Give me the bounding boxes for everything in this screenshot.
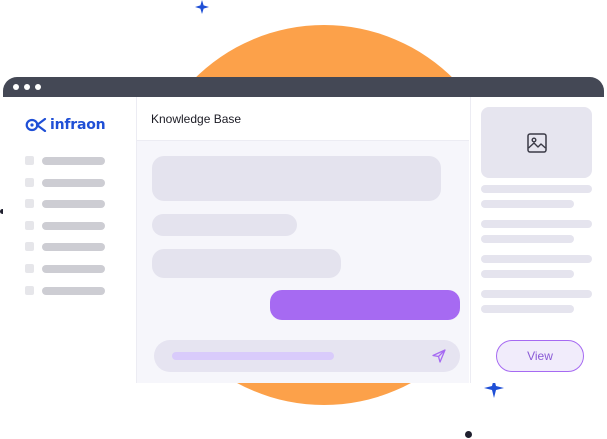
sidebar-item-label (42, 200, 105, 208)
sidebar-item[interactable] (25, 156, 115, 166)
brand-logo[interactable]: infraon (25, 117, 106, 133)
page-title: Knowledge Base (151, 112, 242, 126)
window-dot[interactable] (35, 84, 41, 90)
sidebar-item[interactable] (25, 221, 115, 231)
sidebar-item[interactable] (25, 242, 115, 252)
received-message (152, 214, 297, 236)
window-dot[interactable] (13, 84, 19, 90)
text-placeholder (481, 235, 574, 243)
sidebar: infraon (3, 97, 137, 383)
sent-message (270, 290, 460, 320)
details-panel: View (470, 97, 604, 383)
sidebar-item-label (42, 179, 105, 187)
received-message (152, 249, 341, 278)
window-dot[interactable] (24, 84, 30, 90)
chat-area: Knowledge Base (137, 97, 469, 383)
sidebar-item[interactable] (25, 199, 115, 209)
brand-name: infraon (50, 117, 106, 133)
chat-header: Knowledge Base (137, 97, 469, 141)
checkbox[interactable] (25, 199, 34, 208)
paper-plane-icon[interactable] (432, 349, 446, 363)
text-placeholder (481, 290, 592, 298)
sidebar-item-label (42, 157, 105, 165)
checkbox[interactable] (25, 286, 34, 295)
sidebar-item-label (42, 243, 105, 251)
sidebar-item-label (42, 222, 105, 230)
text-placeholder (481, 200, 574, 208)
text-placeholder (481, 185, 592, 193)
sidebar-item[interactable] (25, 264, 115, 274)
checkbox[interactable] (25, 156, 34, 165)
window-titlebar (3, 77, 604, 97)
text-placeholder (481, 220, 592, 228)
sidebar-item-label (42, 287, 105, 295)
browser-window: infraon Knowledge Base View (3, 77, 604, 383)
sparkle-icon (195, 0, 209, 14)
checkbox[interactable] (25, 178, 34, 187)
message-input-text (172, 352, 334, 360)
checkbox[interactable] (25, 242, 34, 251)
view-button[interactable]: View (496, 340, 584, 372)
infinity-logo-icon (25, 118, 47, 132)
message-input[interactable] (154, 340, 460, 372)
sidebar-item-label (42, 265, 105, 273)
image-icon (527, 133, 547, 153)
checkbox[interactable] (25, 264, 34, 273)
sidebar-item[interactable] (25, 178, 115, 188)
text-placeholder (481, 270, 574, 278)
text-placeholder (481, 255, 592, 263)
image-placeholder (481, 107, 592, 178)
sidebar-item[interactable] (25, 286, 115, 296)
checkbox[interactable] (25, 221, 34, 230)
decor-dot (465, 431, 472, 438)
text-placeholder (481, 305, 574, 313)
received-message (152, 156, 441, 201)
